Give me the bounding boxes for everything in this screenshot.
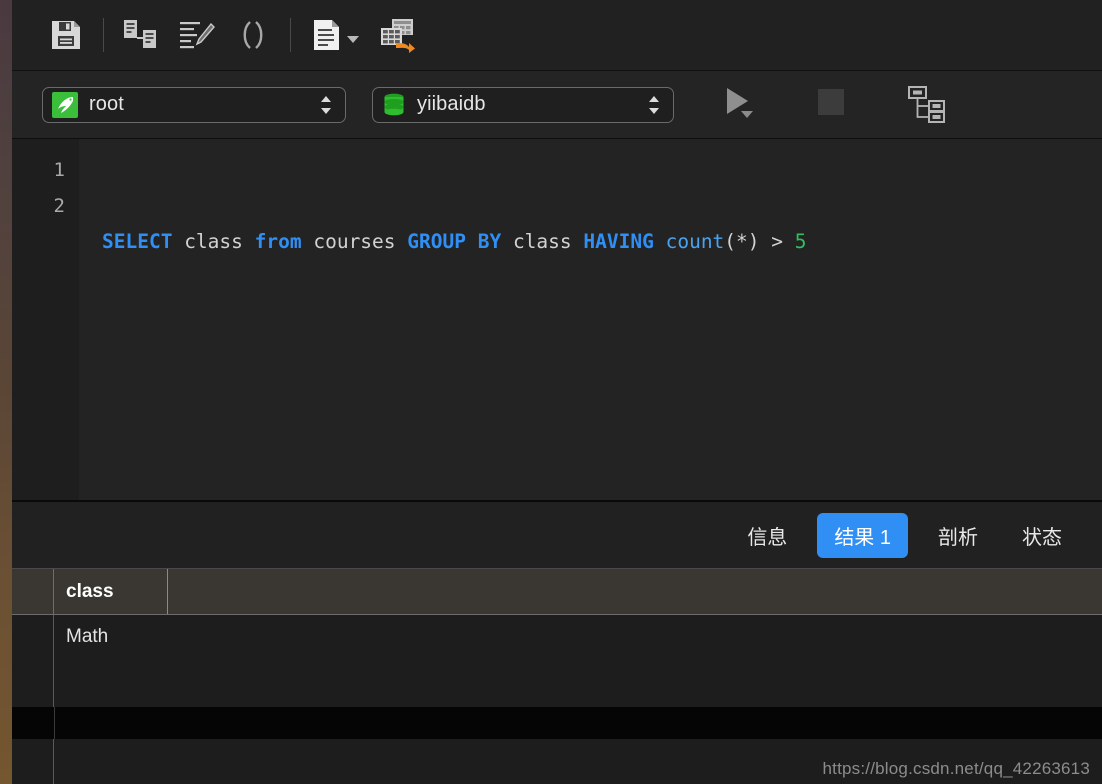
footer-area: https://blog.csdn.net/qq_42263613 <box>54 739 1102 784</box>
export-table-icon <box>381 19 415 53</box>
tab-info[interactable]: 信息 <box>733 514 801 557</box>
row-number-header <box>12 569 54 614</box>
sql-token: 5 <box>794 230 807 253</box>
table-row[interactable]: Math <box>12 615 1102 659</box>
table-row-empty <box>12 659 1102 707</box>
desktop-edge-strip <box>0 0 12 784</box>
result-tabbar: 信息 结果 1 剖析 状态 <box>12 502 1102 569</box>
band-divider <box>54 707 55 739</box>
sql-token: from <box>254 230 302 253</box>
tab-result-1[interactable]: 结果 1 <box>817 512 908 558</box>
sql-editor[interactable]: 1 2 SELECT class from courses GROUP BY c… <box>12 139 1102 502</box>
chevron-down-icon <box>347 36 359 43</box>
beautify-sql-button[interactable] <box>169 9 225 61</box>
sql-code-area[interactable]: SELECT class from courses GROUP BY class… <box>79 139 1102 500</box>
parentheses-icon <box>243 21 263 49</box>
sql-token: class <box>172 230 255 253</box>
connection-select[interactable]: root <box>42 86 346 123</box>
tab-profile[interactable]: 剖析 <box>924 514 992 557</box>
result-grid-footer: https://blog.csdn.net/qq_42263613 <box>12 739 1102 784</box>
sql-token: courses <box>301 230 408 253</box>
execution-controls <box>710 85 954 125</box>
column-header-class[interactable]: class <box>54 569 168 614</box>
stop-icon <box>818 88 844 115</box>
tab-status[interactable]: 状态 <box>1008 514 1076 557</box>
row-number-cell <box>12 615 54 659</box>
database-stepper-icon[interactable] <box>644 92 664 118</box>
save-icon <box>52 21 80 49</box>
database-value: yiibaidb <box>417 93 486 115</box>
parentheses-button[interactable] <box>225 9 281 61</box>
connection-tree-button[interactable] <box>113 9 169 61</box>
watermark-text: https://blog.csdn.net/qq_42263613 <box>822 759 1090 778</box>
toolbar-divider-1 <box>103 18 104 52</box>
run-options-chevron-icon[interactable] <box>741 110 753 118</box>
connection-stepper-icon[interactable] <box>316 92 336 118</box>
toolbar-divider-2 <box>290 18 291 52</box>
app-window: root yiibaidb 1 2 SELECT class from cour… <box>12 0 1102 784</box>
grid-selection-band <box>12 707 1102 739</box>
sql-query-line: SELECT class from courses GROUP BY class… <box>102 224 1102 260</box>
stop-button[interactable] <box>804 85 858 125</box>
column-header-filler <box>168 569 1102 614</box>
export-table-button[interactable] <box>370 9 426 61</box>
connection-tree-icon <box>124 20 156 48</box>
empty-cell <box>54 659 1102 707</box>
mysql-client-window: root yiibaidb 1 2 SELECT class from cour… <box>0 0 1102 784</box>
connection-value: root <box>89 93 124 115</box>
sql-token: GROUP BY <box>407 230 502 253</box>
row-number-cell <box>12 659 54 707</box>
run-button[interactable] <box>710 85 764 125</box>
document-button[interactable] <box>300 9 370 61</box>
main-toolbar <box>12 0 1102 71</box>
line-number: 2 <box>53 195 65 217</box>
sql-token: class <box>501 230 584 253</box>
sql-token: (*) > <box>724 230 795 253</box>
explain-plan-button[interactable] <box>900 85 954 125</box>
explain-plan-icon <box>908 85 945 123</box>
mysql-dolphin-icon <box>52 91 78 118</box>
sql-token: SELECT <box>102 230 173 253</box>
database-select[interactable]: yiibaidb <box>372 86 674 123</box>
beautify-sql-icon <box>180 22 215 49</box>
row-number-cell <box>12 739 54 784</box>
line-number: 1 <box>53 159 65 181</box>
sql-token: HAVING <box>583 230 654 253</box>
database-cylinder-icon <box>384 93 404 115</box>
save-button[interactable] <box>38 9 94 61</box>
result-grid-header: class <box>12 569 1102 615</box>
connection-bar: root yiibaidb <box>12 71 1102 139</box>
sql-token: count <box>665 230 725 253</box>
cell-class[interactable]: Math <box>54 615 1102 659</box>
line-number-gutter: 1 2 <box>12 139 79 500</box>
document-icon <box>314 20 339 50</box>
result-grid: class Math https://blog.csdn.net/qq_4226… <box>12 569 1102 784</box>
